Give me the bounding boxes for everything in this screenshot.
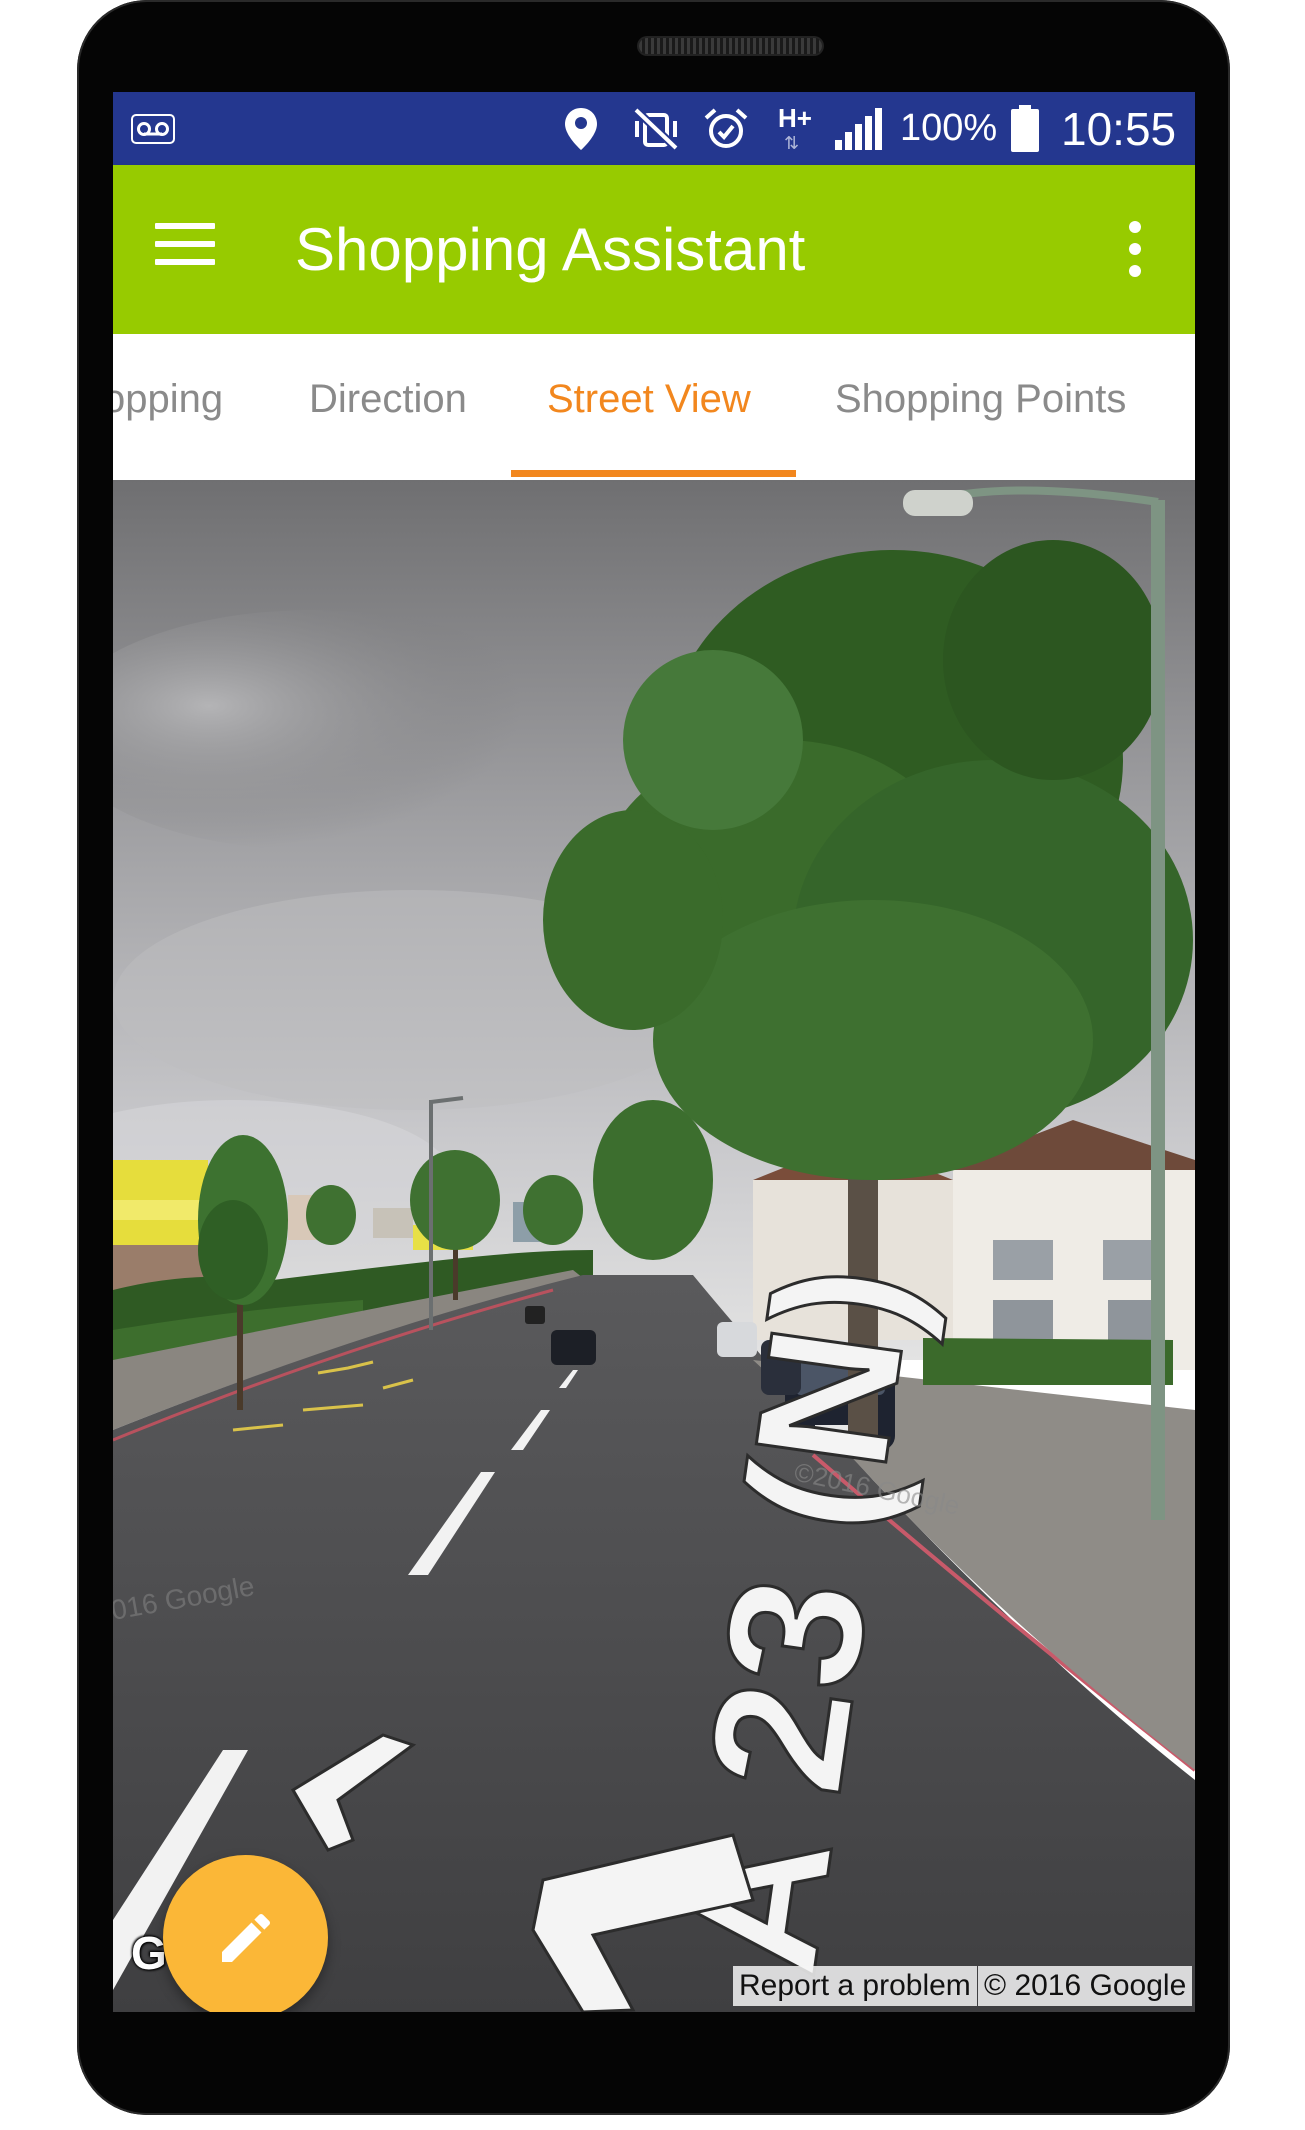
street-view-image: A 23 (N) ©2016 Google 016 Google [113, 480, 1195, 2012]
street-view-panorama[interactable]: A 23 (N) ©2016 Google 016 Google Google … [113, 480, 1195, 2012]
tab-street-view[interactable]: Street View [547, 334, 751, 480]
menu-icon-bar [155, 259, 215, 265]
vibrate-off-icon [633, 92, 679, 165]
report-problem-link[interactable]: Report a problem [733, 1966, 977, 2006]
edit-fab-button[interactable] [163, 1855, 328, 2012]
hamburger-menu-button[interactable] [155, 223, 215, 275]
overflow-menu-button[interactable] [1125, 221, 1145, 281]
tab-selected-indicator [511, 470, 796, 477]
hplus-data-icon: H+ ⇅ [778, 102, 812, 153]
menu-icon-bar [155, 223, 215, 229]
tab-bar: opping Direction Street View Shopping Po… [113, 334, 1195, 480]
battery-percent: 100% [900, 107, 998, 149]
tab-shopping[interactable]: opping [113, 334, 223, 480]
more-vert-icon [1129, 243, 1141, 255]
tab-direction[interactable]: Direction [309, 334, 467, 480]
alarm-icon [703, 92, 749, 165]
tab-shopping-points[interactable]: Shopping Points [835, 334, 1126, 480]
app-title: Shopping Assistant [295, 216, 806, 283]
voicemail-icon [131, 92, 175, 165]
network-type: H+ [778, 102, 812, 133]
menu-icon-bar [155, 241, 215, 247]
pencil-icon [221, 1913, 270, 1962]
status-bar: H+ ⇅ 100% 10:55 [113, 92, 1195, 165]
location-icon [563, 92, 599, 165]
battery-icon [1010, 92, 1040, 165]
speaker-grille [639, 38, 822, 54]
clock: 10:55 [1061, 102, 1177, 155]
more-vert-icon [1129, 265, 1141, 277]
signal-icon [833, 92, 883, 165]
more-vert-icon [1129, 221, 1141, 233]
app-bar: Shopping Assistant [113, 165, 1195, 334]
screen: H+ ⇅ 100% 10:55 Shopping Assistant oppin… [113, 92, 1195, 2012]
copyright-text: © 2016 Google [978, 1966, 1193, 2006]
